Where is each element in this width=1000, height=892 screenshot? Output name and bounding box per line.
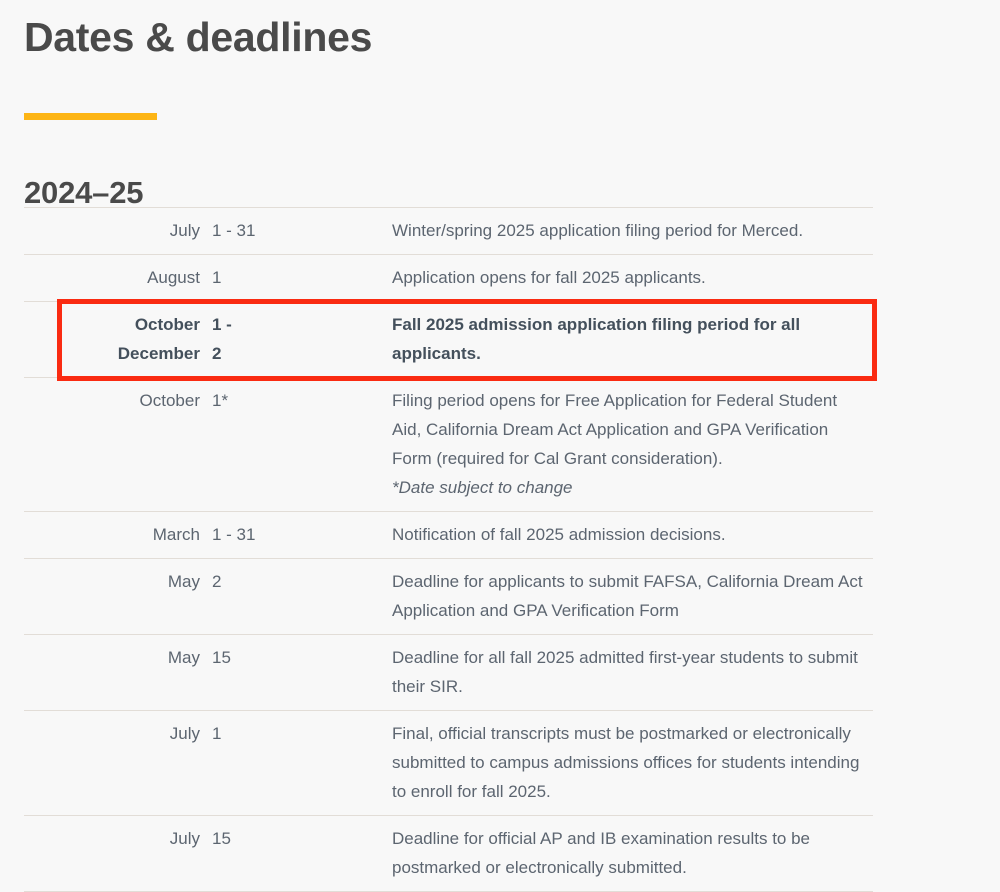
cell-month: July [169, 724, 200, 743]
cell-month: March [152, 525, 200, 544]
cell-day: 15 [212, 829, 231, 848]
dates-deadlines-table: July 1 - 31 Winter/spring 2025 application… [24, 207, 873, 892]
cell-description: Final, official transcripts must be post… [392, 711, 873, 816]
cell-month: October December [117, 315, 200, 363]
cell-day: 1* [212, 391, 229, 410]
table-row: July 1 - 31 Winter/spring 2025 application… [24, 207, 873, 255]
table-row: October 1* Filing period opens for Free Ap… [24, 377, 873, 512]
description-text: Application opens for fall 2025 applican… [392, 268, 706, 287]
cell-description: Filing period opens for Free Application… [392, 378, 873, 512]
cell-description: Fall 2025 admission application filing p… [392, 302, 873, 378]
table-row: August 1 Application opens for fall 2025 a… [24, 254, 873, 302]
description-text: Deadline for applicants to submit FAFSA,… [392, 572, 863, 620]
cell-description: Deadline for applicants to submit FAFSA,… [392, 559, 873, 635]
table-row: May 2 Deadline for applicants to submit FA… [24, 558, 873, 635]
table-body: July 1 - 31 Winter/spring 2025 application… [24, 207, 873, 892]
cell-description: Deadline for all fall 2025 admitted firs… [392, 635, 873, 711]
cell-month: October [139, 391, 200, 410]
page-container: Dates & deadlines 2024–25 July 1 - 31 Wint… [0, 0, 1000, 892]
section-title: 2024–25 [24, 174, 144, 210]
table-row: July 15 Deadline for official AP and IB ex… [24, 815, 873, 892]
cell-day: 1 - 31 [212, 221, 256, 240]
cell-month: May [167, 648, 200, 667]
cell-day: 1 [212, 724, 222, 743]
table-row: May 15 Deadline for all fall 2025 admitted… [24, 634, 873, 711]
cell-month: May [167, 572, 200, 591]
description-text: Filing period opens for Free Application… [392, 391, 838, 468]
cell-day: 1 - 2 [212, 315, 232, 363]
cell-month: July [169, 221, 200, 240]
cell-day: 1 - 31 [212, 525, 256, 544]
table-row: July 1 Final, official transcripts must be… [24, 710, 873, 816]
description-note: *Date subject to change [392, 478, 573, 497]
cell-day: 2 [212, 572, 222, 591]
description-text: Deadline for official AP and IB examinat… [392, 829, 811, 877]
cell-description: Winter/spring 2025 application filing pe… [392, 208, 873, 255]
description-text: Final, official transcripts must be post… [392, 724, 860, 801]
cell-month: August [147, 268, 200, 287]
accent-bar [24, 113, 157, 120]
cell-month: July [169, 829, 200, 848]
table-row: October December 1 - 2 Fall 2025 admission… [24, 301, 873, 378]
description-text: Fall 2025 admission application filing p… [392, 315, 801, 363]
cell-day: 1 [212, 268, 222, 287]
description-text: Notification of fall 2025 admission deci… [392, 525, 726, 544]
cell-description: Application opens for fall 2025 applican… [392, 255, 873, 302]
description-text: Deadline for all fall 2025 admitted firs… [392, 648, 858, 696]
description-text: Winter/spring 2025 application filing pe… [392, 221, 804, 240]
page-title: Dates & deadlines [24, 14, 373, 61]
cell-description: Deadline for official AP and IB examinat… [392, 816, 873, 892]
table-row: March 1 - 31 Notification of fall 2025 adm… [24, 511, 873, 559]
cell-day: 15 [212, 648, 231, 667]
cell-description: Notification of fall 2025 admission deci… [392, 512, 873, 559]
